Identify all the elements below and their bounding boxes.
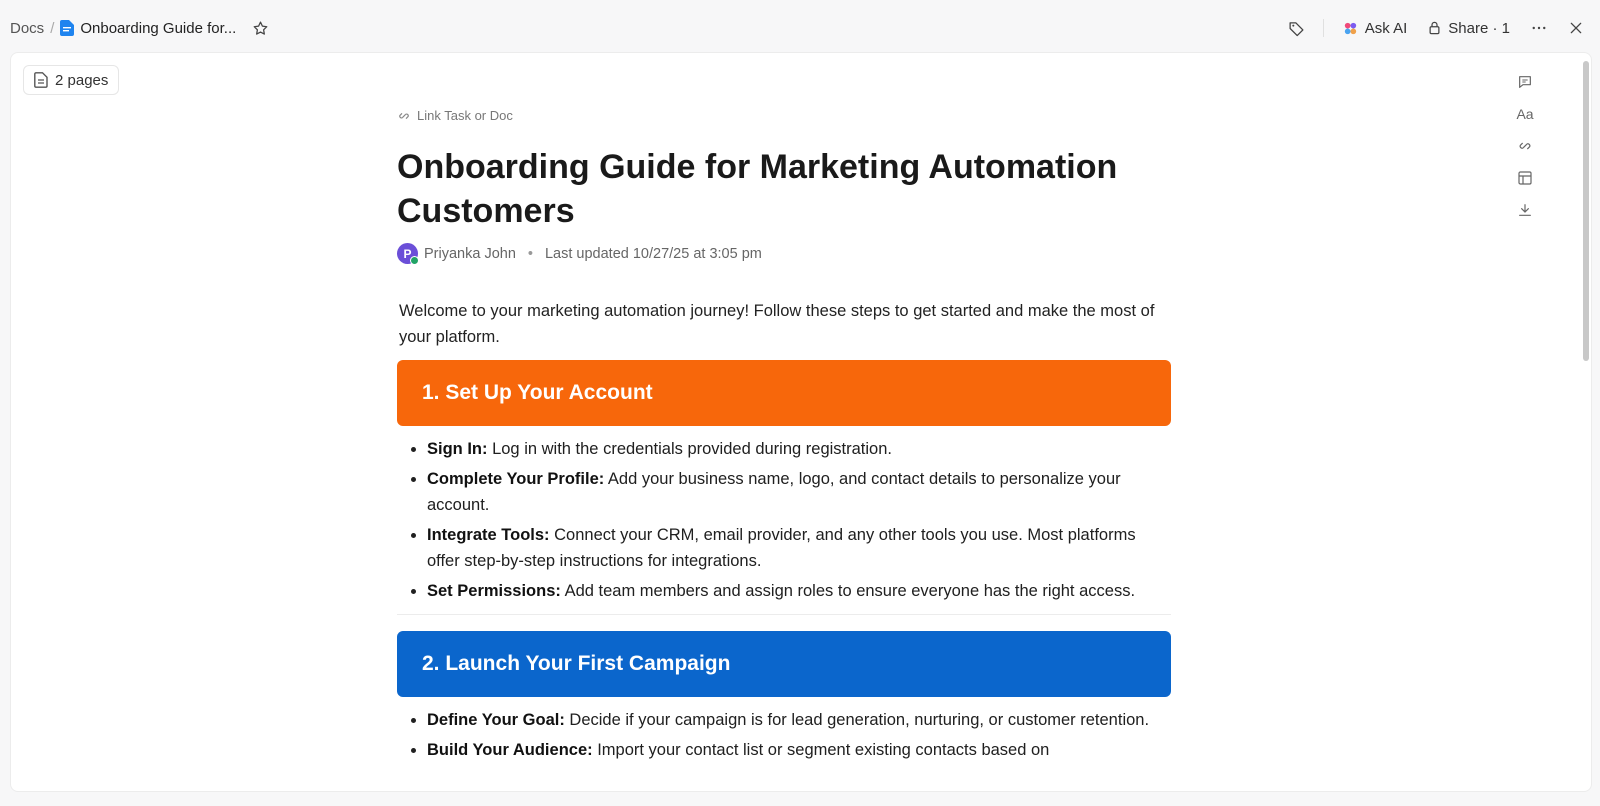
list-item: Complete Your Profile: Add your business… <box>427 466 1171 518</box>
author-name[interactable]: Priyanka John <box>424 246 516 262</box>
comment-icon[interactable] <box>1511 73 1539 91</box>
list-item: Sign In: Log in with the credentials pro… <box>427 436 1171 462</box>
list-item: Build Your Audience: Import your contact… <box>427 737 1171 763</box>
tag-icon[interactable] <box>1282 16 1311 41</box>
list-item: Define Your Goal: Decide if your campaig… <box>427 707 1171 733</box>
side-toolbar: Aa <box>1511 73 1539 219</box>
breadcrumb-doc-title[interactable]: Onboarding Guide for... <box>80 20 236 37</box>
bullet-list: Sign In: Log in with the credentials pro… <box>397 436 1171 604</box>
doc-meta: P Priyanka John • Last updated 10/27/25 … <box>397 243 1171 265</box>
list-item-term: Integrate Tools: <box>427 526 550 544</box>
list-item: Set Permissions: Add team members and as… <box>427 578 1171 604</box>
breadcrumb-separator: / <box>50 19 55 37</box>
pages-button[interactable]: 2 pages <box>23 65 120 95</box>
pages-label: 2 pages <box>55 71 109 89</box>
intro-paragraph: Welcome to your marketing automation jou… <box>399 302 1155 346</box>
star-icon[interactable] <box>252 20 269 37</box>
list-item-term: Define Your Goal: <box>427 711 565 729</box>
share-label: Share · 1 <box>1448 19 1510 37</box>
list-item-text: Log in with the credentials provided dur… <box>487 440 892 458</box>
share-button[interactable]: Share · 1 <box>1421 16 1516 41</box>
list-item-text: Import your contact list or segment exis… <box>592 741 1050 759</box>
page-title: Onboarding Guide for Marketing Automatio… <box>397 148 1118 230</box>
last-updated: Last updated 10/27/25 at 3:05 pm <box>544 245 762 262</box>
scrollbar[interactable] <box>1583 61 1589 361</box>
meta-separator: • <box>527 245 533 262</box>
ai-sparkle-icon <box>1342 20 1359 37</box>
divider <box>1322 19 1324 37</box>
link-task-button[interactable]: Link Task or Doc <box>397 108 1171 123</box>
list-item-text: Add team members and assign roles to ens… <box>560 582 1136 600</box>
ask-ai-button[interactable]: Ask AI <box>1336 16 1414 41</box>
layout-icon[interactable] <box>1511 169 1539 187</box>
breadcrumb-docs[interactable]: Docs <box>10 20 44 37</box>
section-heading: 2. Launch Your First Campaign <box>397 631 1171 697</box>
doc-file-icon <box>60 20 75 36</box>
avatar[interactable]: P <box>397 243 419 265</box>
lock-icon <box>1427 20 1442 36</box>
top-bar: Docs / Onboarding Guide for... Ask AI Sh… <box>0 0 1600 56</box>
download-icon[interactable] <box>1511 201 1539 219</box>
list-item-text: Decide if your campaign is for lead gene… <box>564 711 1150 729</box>
section-heading: 1. Set Up Your Account <box>397 360 1171 426</box>
close-icon[interactable] <box>1562 16 1590 40</box>
pages-icon <box>34 72 48 88</box>
link-icon <box>397 109 411 123</box>
list-item-term: Sign In: <box>427 440 488 458</box>
doc-panel: 2 pages Aa Link Task or Doc Onboarding G… <box>10 52 1592 792</box>
divider <box>397 614 1171 615</box>
link-icon[interactable] <box>1511 137 1539 155</box>
document-body: Link Task or Doc Onboarding Guide for Ma… <box>397 108 1171 767</box>
breadcrumb: Docs / Onboarding Guide for... <box>10 20 269 37</box>
list-item: Integrate Tools: Connect your CRM, email… <box>427 522 1171 574</box>
list-item-term: Complete Your Profile: <box>427 470 605 488</box>
ask-ai-label: Ask AI <box>1364 19 1408 37</box>
topbar-actions: Ask AI Share · 1 <box>1282 15 1590 41</box>
sections: 1. Set Up Your Account Sign In: Log in wi… <box>397 360 1171 763</box>
font-icon[interactable]: Aa <box>1511 105 1539 123</box>
bullet-list: Define Your Goal: Decide if your campaig… <box>397 707 1171 763</box>
link-task-label: Link Task or Doc <box>417 108 513 123</box>
list-item-term: Build Your Audience: <box>427 741 593 759</box>
more-icon[interactable] <box>1524 15 1554 41</box>
list-item-term: Set Permissions: <box>427 582 561 600</box>
